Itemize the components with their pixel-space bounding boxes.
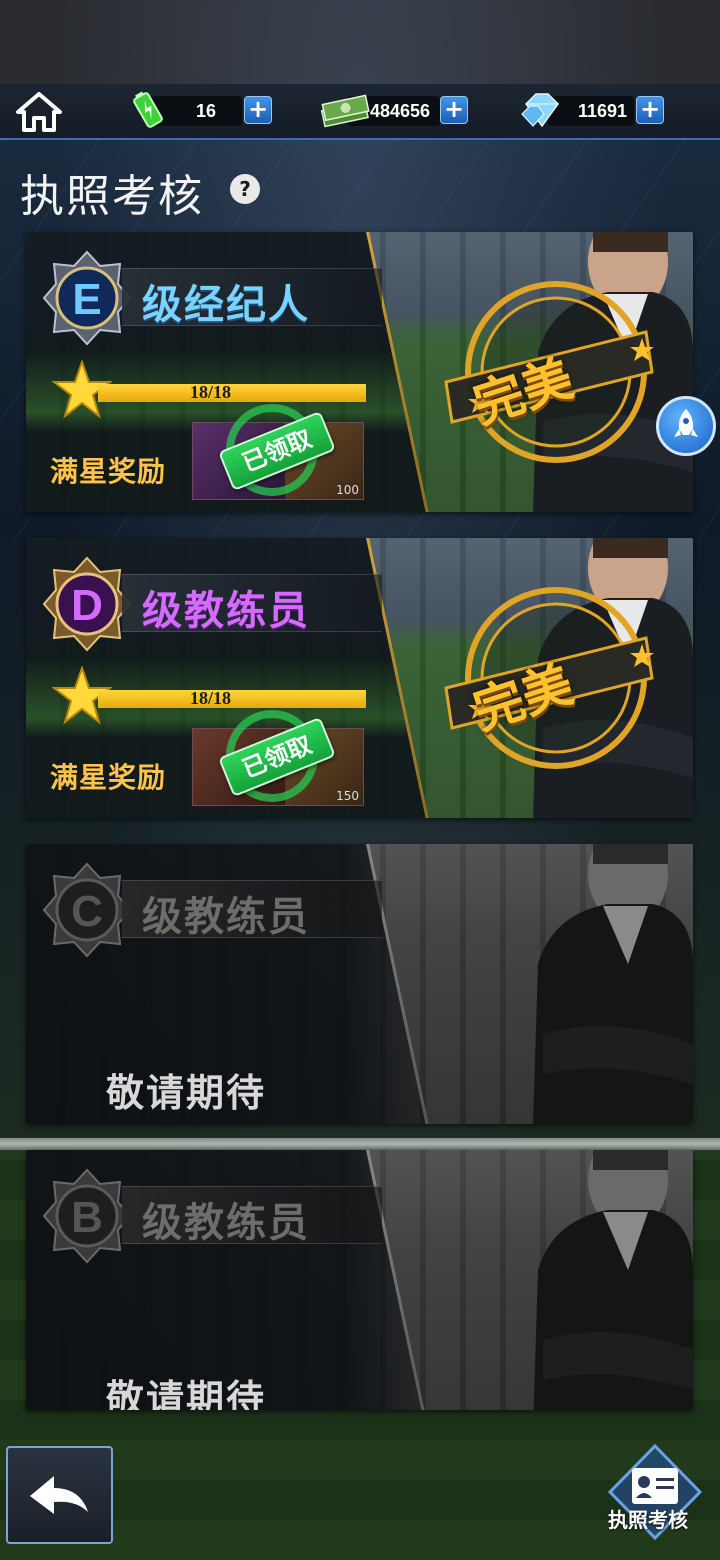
add-cash-button[interactable]: + [440,96,468,124]
coming-soon-label: 敬请期待 [106,1071,267,1115]
level-title: 级教练员 [142,1200,310,1246]
badge-e-icon: E [42,250,132,346]
badge-e-letter: E [72,275,101,324]
star-progress-fill [98,690,366,708]
home-button[interactable] [14,90,64,134]
diamond-icon [521,93,559,128]
license-card-c[interactable]: C 级教练员 敬请期待 [26,844,693,1124]
help-button[interactable]: ? [230,174,260,204]
back-button[interactable] [6,1446,113,1544]
full-star-reward-label: 满星奖励 [50,455,167,488]
add-energy-button[interactable]: + [244,96,272,124]
energy-value: 16 [196,101,217,121]
cash-value: 484656 [370,101,431,121]
top-bar: 16 + 484656 + 11691 + [0,84,720,140]
star-progress-bar [98,690,366,708]
pitch-line [0,1138,720,1150]
license-card-b[interactable]: B 级教练员 敬请期待 [26,1150,693,1410]
coach-portrait [533,844,693,1124]
badge-d-icon: D [42,556,132,652]
coming-soon-label: 敬请期待 [106,1377,267,1410]
level-title: 级教练员 [142,894,310,940]
license-nav-label[interactable]: 执照考核 [608,1504,688,1533]
full-star-reward-label: 满星奖励 [50,761,167,794]
level-title: 级教练员 [142,588,310,634]
reward-amount: 150 [336,789,359,803]
battery-icon [133,91,163,128]
add-diamond-button[interactable]: + [636,96,664,124]
coach-portrait [533,1150,693,1410]
home-icon [16,92,62,132]
star-progress-bar [98,384,366,402]
license-card-d[interactable]: D 级教练员 18/18 满星奖励 150 已领取 完美 [26,538,693,818]
badge-b-icon: B [42,1168,132,1264]
back-arrow-icon [30,1476,88,1514]
license-card-e[interactable]: E 级经纪人 18/18 满星奖励 100 已领取 完美 [26,232,693,512]
badge-b-letter: B [71,1193,103,1242]
page-title: 执照考核 [20,171,204,222]
badge-d-letter: D [71,581,103,630]
star-progress-text: 18/18 [190,382,232,402]
badge-c-letter: C [71,887,103,936]
rocket-button[interactable] [656,396,716,456]
level-title: 级经纪人 [142,282,310,328]
rocket-icon [674,409,698,437]
cash-icon [320,94,370,128]
reward-amount: 100 [336,483,359,497]
badge-c-icon: C [42,862,132,958]
star-progress-fill [98,384,366,402]
star-progress-text: 18/18 [190,688,232,708]
diamond-value: 11691 [578,101,628,121]
